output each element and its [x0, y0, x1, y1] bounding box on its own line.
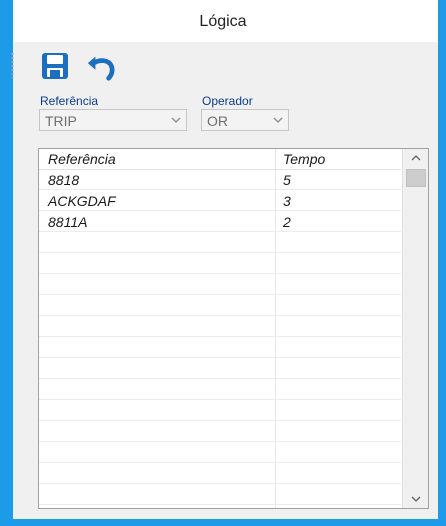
cell-tempo[interactable]: 2	[283, 214, 291, 230]
window-border-bottom	[0, 519, 446, 526]
column-header-referencia[interactable]: Referência	[48, 151, 116, 167]
vertical-scrollbar[interactable]	[402, 149, 428, 508]
grid-header-row: Referência Tempo	[39, 149, 401, 170]
empty-row[interactable]	[39, 338, 401, 358]
scrollbar-thumb[interactable]	[406, 169, 426, 187]
chevron-down-icon	[170, 113, 182, 127]
empty-row[interactable]	[39, 464, 401, 484]
table-row[interactable]: 8811A 2	[39, 212, 401, 232]
referencia-label: Referência	[40, 94, 99, 108]
cell-referencia[interactable]: ACKGDAF	[48, 193, 116, 209]
cell-referencia[interactable]: 8818	[48, 172, 79, 188]
empty-row[interactable]	[39, 401, 401, 421]
logic-grid[interactable]: Referência Tempo 8818 5 ACKGDAF 3 8811A …	[38, 148, 429, 509]
operador-label: Operador	[202, 94, 253, 108]
operador-dropdown[interactable]: OR	[201, 109, 289, 131]
undo-button[interactable]	[86, 50, 118, 82]
toolbar-grip[interactable]	[11, 52, 14, 78]
table-row[interactable]: 8818 5	[39, 170, 401, 190]
cell-tempo[interactable]: 3	[283, 193, 291, 209]
empty-row[interactable]	[39, 422, 401, 442]
chevron-down-icon	[411, 496, 421, 502]
column-header-tempo[interactable]: Tempo	[283, 151, 325, 167]
referencia-selected-value: TRIP	[45, 113, 77, 129]
save-button[interactable]	[39, 50, 71, 82]
empty-row[interactable]	[39, 275, 401, 295]
empty-row[interactable]	[39, 254, 401, 274]
app-window: Lógica Referência TRIP Operador OR Refer…	[0, 0, 446, 526]
scroll-down-button[interactable]	[406, 492, 426, 506]
chevron-down-icon	[272, 113, 284, 127]
window-title: Lógica	[199, 13, 247, 30]
cell-tempo[interactable]: 5	[283, 172, 291, 188]
table-row[interactable]: ACKGDAF 3	[39, 191, 401, 211]
save-icon	[42, 53, 68, 79]
scroll-up-button[interactable]	[406, 151, 426, 165]
referencia-dropdown[interactable]: TRIP	[39, 109, 187, 131]
undo-icon	[87, 56, 115, 81]
operador-selected-value: OR	[207, 113, 228, 129]
chevron-up-icon	[411, 155, 421, 161]
empty-row[interactable]	[39, 485, 401, 505]
empty-row[interactable]	[39, 317, 401, 337]
empty-row[interactable]	[39, 296, 401, 316]
window-border-left	[0, 0, 13, 526]
empty-row[interactable]	[39, 443, 401, 463]
empty-row[interactable]	[39, 380, 401, 400]
window-border-right	[438, 0, 446, 526]
cell-referencia[interactable]: 8811A	[48, 214, 87, 230]
empty-row[interactable]	[39, 359, 401, 379]
empty-row[interactable]	[39, 233, 401, 253]
title-bar[interactable]: Lógica	[0, 0, 446, 42]
